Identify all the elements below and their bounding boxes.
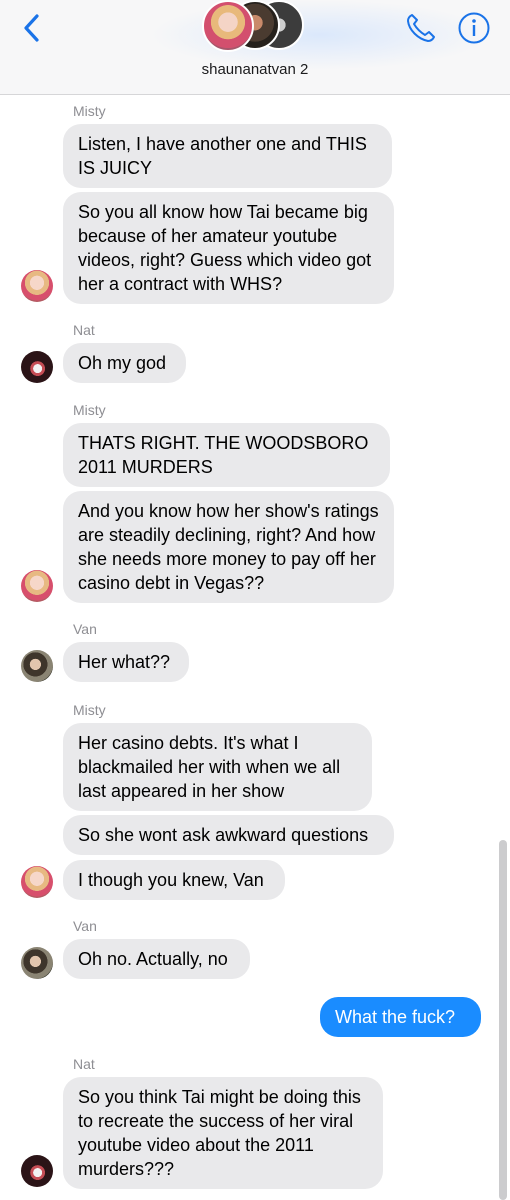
sender-name: Misty — [73, 103, 106, 119]
sender-name: Nat — [73, 322, 95, 338]
message-bubble[interactable]: So you think Tai might be doing this to … — [63, 1077, 383, 1189]
message-bubble[interactable]: Her casino debts. It's what I blackmaile… — [63, 723, 372, 811]
message-bubble[interactable]: And you know how her show's ratings are … — [63, 491, 394, 603]
conversation-header: shaunanatvan 2 — [0, 0, 510, 95]
avatar[interactable] — [21, 947, 53, 979]
call-button[interactable] — [404, 11, 438, 45]
sender-name: Misty — [73, 702, 106, 718]
message-bubble[interactable]: Listen, I have another one and THIS IS J… — [63, 124, 392, 188]
scrollbar[interactable] — [499, 840, 507, 1200]
sender-name: Nat — [73, 1056, 95, 1072]
message-bubble[interactable]: So she wont ask awkward questions — [63, 815, 394, 855]
avatar[interactable] — [21, 351, 53, 383]
avatar[interactable] — [21, 270, 53, 302]
group-avatar-stack[interactable] — [196, 0, 316, 54]
message-bubble[interactable]: Oh my god — [63, 343, 186, 383]
sender-name: Van — [73, 918, 97, 934]
back-button[interactable] — [18, 12, 48, 44]
avatar[interactable] — [21, 1155, 53, 1187]
message-bubble[interactable]: Her what?? — [63, 642, 189, 682]
group-avatar — [202, 0, 254, 52]
avatar[interactable] — [21, 570, 53, 602]
info-icon — [458, 12, 490, 44]
message-bubble[interactable]: I though you knew, Van — [63, 860, 285, 900]
chevron-left-icon — [24, 14, 39, 42]
group-name[interactable]: shaunanatvan 2 — [0, 61, 510, 78]
sender-name: Van — [73, 621, 97, 637]
outgoing-message-bubble[interactable]: What the fuck? — [320, 997, 481, 1037]
message-bubble[interactable]: Oh no. Actually, no — [63, 939, 250, 979]
sender-name: Misty — [73, 402, 106, 418]
info-button[interactable] — [457, 11, 491, 45]
avatar[interactable] — [21, 866, 53, 898]
avatar[interactable] — [21, 650, 53, 682]
message-bubble[interactable]: So you all know how Tai became big becau… — [63, 192, 394, 304]
message-bubble[interactable]: THATS RIGHT. THE WOODSBORO 2011 MURDERS — [63, 423, 390, 487]
phone-icon — [407, 14, 435, 42]
